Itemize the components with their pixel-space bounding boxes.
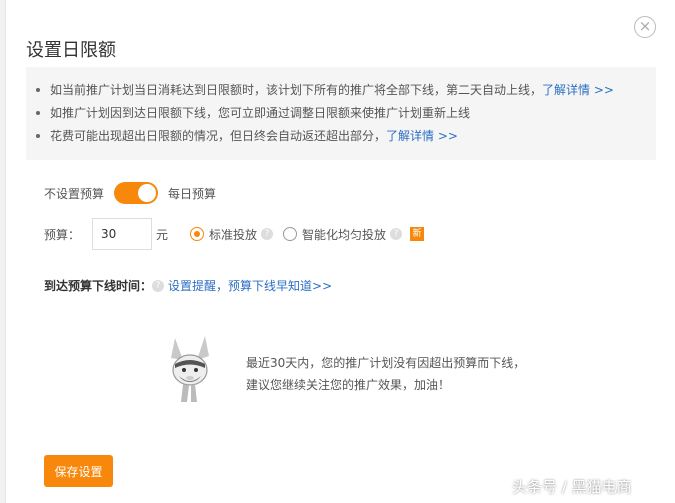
help-icon[interactable]: ? — [152, 279, 165, 292]
budget-row: 预算： 元 标准投放 ? 智能化均匀投放 ? 新 — [44, 218, 425, 250]
radio-selected-icon — [190, 227, 205, 241]
budget-toggle-switch[interactable] — [114, 182, 159, 204]
help-icon[interactable]: ? — [261, 228, 274, 240]
dialog-title: 设置日限额 — [26, 40, 116, 61]
empty-state-message: 最近30天内，您的推广计划没有因超出预算而下线， 建议您继续关注您的推广效果，加… — [246, 352, 525, 396]
budget-input[interactable] — [92, 218, 153, 250]
notice-item: 如当前推广计划当日消耗达到日限额时，该计划下所有的推广将全部下线，第二天自动上线… — [36, 79, 656, 102]
learn-more-link[interactable]: 了解详情 >> — [386, 129, 458, 143]
smooth-delivery-radio[interactable]: 智能化均匀投放 ? — [283, 226, 403, 243]
daily-budget-label: 每日预算 — [168, 186, 217, 201]
smooth-delivery-label: 智能化均匀投放 — [302, 227, 387, 242]
empty-state-line: 建议您继续关注您的推广效果，加油！ — [246, 378, 451, 392]
offline-time-row: 到达预算下线时间： ? 设置提醒，预算下线早知道>> — [44, 277, 332, 294]
notice-item: 花费可能出现超出日限额的情况，但日终会自动返还超出部分，了解详情 >> — [36, 125, 656, 148]
currency-unit: 元 — [156, 227, 169, 242]
offline-time-label: 到达预算下线时间： — [44, 279, 153, 293]
close-icon[interactable]: × — [634, 16, 656, 38]
no-budget-label: 不设置预算 — [44, 186, 105, 201]
notice-text: 花费可能出现超出日限额的情况，但日终会自动返还超出部分， — [50, 129, 387, 143]
set-reminder-link[interactable]: 设置提醒，预算下线早知道>> — [168, 277, 332, 294]
standard-delivery-label: 标准投放 — [209, 227, 258, 242]
notice-box: 如当前推广计划当日消耗达到日限额时，该计划下所有的推广将全部下线，第二天自动上线… — [26, 67, 656, 160]
learn-more-link[interactable]: 了解详情 >> — [542, 83, 614, 97]
watermark-text: 头条号 / 黑猫电商 — [512, 478, 632, 496]
notice-text: 如推广计划因到达日限额下线，您可立即通过调整日限额来使推广计划重新上线 — [50, 106, 471, 120]
radio-unselected-icon — [283, 227, 298, 241]
bullet-icon — [36, 110, 40, 115]
standard-delivery-radio[interactable]: 标准投放 ? — [190, 226, 274, 243]
bullet-icon — [36, 133, 40, 138]
help-icon[interactable]: ? — [390, 228, 403, 240]
bullet-icon — [36, 87, 40, 92]
save-button[interactable]: 保存设置 — [44, 455, 113, 487]
toggle-knob — [138, 184, 157, 202]
empty-state-line: 最近30天内，您的推广计划没有因超出预算而下线， — [246, 356, 526, 370]
daily-limit-dialog: × 设置日限额 如当前推广计划当日消耗达到日限额时，该计划下所有的推广将全部下线… — [5, 0, 675, 503]
notice-item: 如推广计划因到达日限额下线，您可立即通过调整日限额来使推广计划重新上线 — [36, 102, 656, 125]
new-badge: 新 — [410, 227, 425, 241]
budget-label: 预算： — [44, 227, 81, 242]
budget-toggle-row: 不设置预算 每日预算 — [44, 182, 216, 204]
mascot-icon — [171, 336, 209, 402]
notice-text: 如当前推广计划当日消耗达到日限额时，该计划下所有的推广将全部下线，第二天自动上线… — [50, 83, 543, 97]
